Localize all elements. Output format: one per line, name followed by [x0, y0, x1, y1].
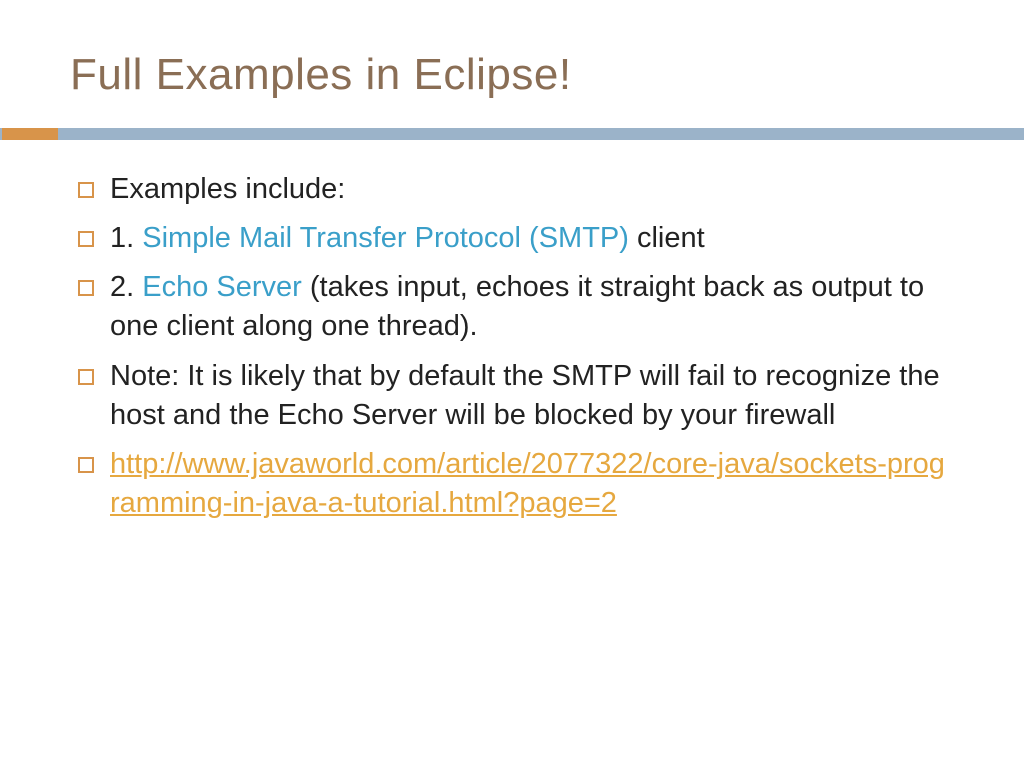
- divider-orange: [2, 128, 58, 140]
- bullet-text: Note: It is likely that by default the S…: [110, 360, 940, 431]
- bullet-item: 1. Simple Mail Transfer Protocol (SMTP) …: [70, 219, 954, 258]
- slide: Full Examples in Eclipse! Examples inclu…: [0, 0, 1024, 768]
- slide-title: Full Examples in Eclipse!: [70, 50, 954, 100]
- bullet-item: Examples include:: [70, 170, 954, 209]
- bullet-prefix: 2.: [110, 271, 142, 303]
- bullet-highlight: Simple Mail Transfer Protocol (SMTP): [142, 222, 629, 254]
- bullet-suffix: client: [629, 222, 705, 254]
- bullet-list: Examples include: 1. Simple Mail Transfe…: [70, 170, 954, 523]
- title-divider: [0, 128, 1024, 140]
- bullet-item: 2. Echo Server (takes input, echoes it s…: [70, 268, 954, 346]
- bullet-item: http://www.javaworld.com/article/2077322…: [70, 445, 954, 523]
- reference-link[interactable]: http://www.javaworld.com/article/2077322…: [110, 448, 945, 519]
- bullet-prefix: 1.: [110, 222, 142, 254]
- bullet-text: Examples include:: [110, 173, 345, 205]
- slide-content: Examples include: 1. Simple Mail Transfe…: [70, 170, 954, 523]
- bullet-item: Note: It is likely that by default the S…: [70, 357, 954, 435]
- divider-blue: [0, 128, 1024, 140]
- bullet-highlight: Echo Server: [142, 271, 302, 303]
